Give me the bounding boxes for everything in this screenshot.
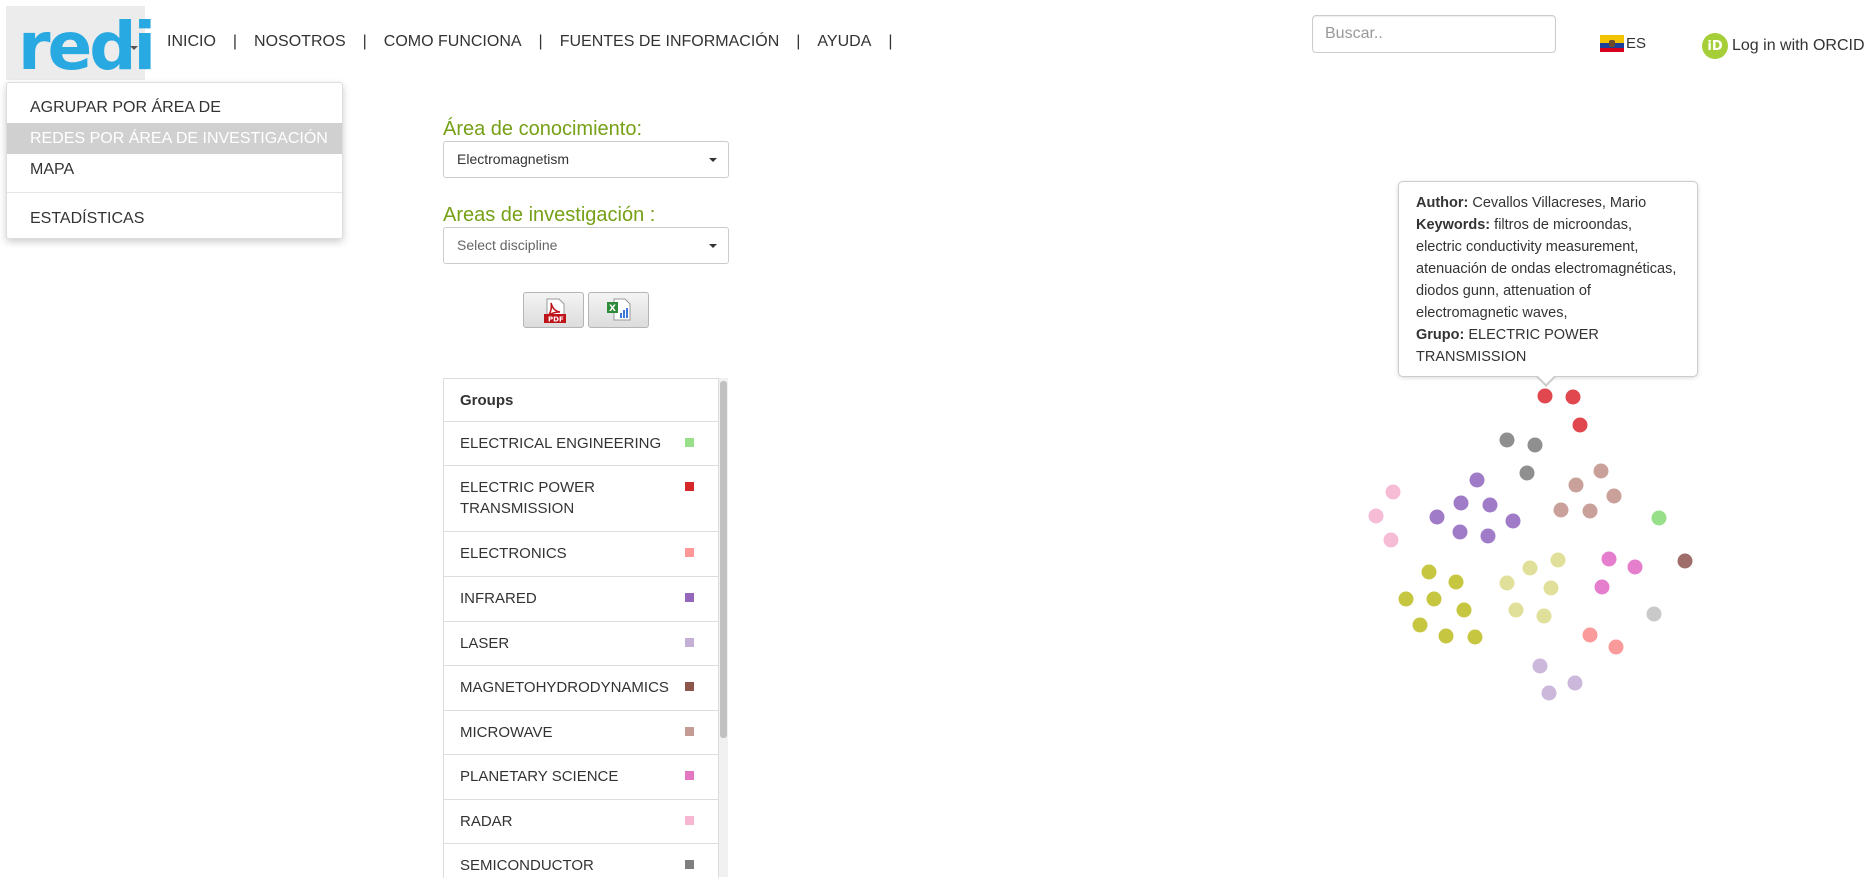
- network-node[interactable]: [1594, 579, 1610, 595]
- network-node[interactable]: [1383, 532, 1399, 548]
- network-node[interactable]: [1421, 564, 1437, 580]
- tooltip-group-label: Grupo:: [1416, 327, 1465, 343]
- network-node[interactable]: [1429, 509, 1445, 525]
- network-node[interactable]: [1482, 497, 1498, 513]
- network-node[interactable]: [1582, 627, 1598, 643]
- network-node[interactable]: [1438, 628, 1454, 644]
- network-node[interactable]: [1412, 617, 1428, 633]
- network-node[interactable]: [1456, 602, 1472, 618]
- network-node[interactable]: [1627, 559, 1643, 575]
- network-node[interactable]: [1368, 508, 1384, 524]
- network-node[interactable]: [1608, 639, 1624, 655]
- network-node[interactable]: [1677, 553, 1693, 569]
- network-node[interactable]: [1536, 608, 1552, 624]
- network-node[interactable]: [1550, 552, 1566, 568]
- network-node[interactable]: [1505, 513, 1521, 529]
- network-node[interactable]: [1646, 606, 1662, 622]
- network-node[interactable]: [1452, 524, 1468, 540]
- network-node[interactable]: [1568, 477, 1584, 493]
- network-node[interactable]: [1541, 685, 1557, 701]
- network-node[interactable]: [1572, 417, 1588, 433]
- network-node[interactable]: [1601, 551, 1617, 567]
- tooltip-keywords-label: Keywords:: [1416, 217, 1491, 233]
- network-node[interactable]: [1453, 495, 1469, 511]
- network-node[interactable]: [1480, 528, 1496, 544]
- network-node[interactable]: [1426, 591, 1442, 607]
- network-node[interactable]: [1582, 503, 1598, 519]
- network-node[interactable]: [1565, 389, 1581, 405]
- network-node[interactable]: [1543, 580, 1559, 596]
- network-node[interactable]: [1606, 488, 1622, 504]
- network-node[interactable]: [1527, 437, 1543, 453]
- network-node[interactable]: [1532, 658, 1548, 674]
- network-node[interactable]: [1553, 502, 1569, 518]
- tooltip-author: Cevallos Villacreses, Mario: [1472, 195, 1647, 211]
- network-node[interactable]: [1567, 675, 1583, 691]
- network-node[interactable]: [1469, 472, 1485, 488]
- network-node[interactable]: [1537, 388, 1553, 404]
- network-node[interactable]: [1651, 510, 1667, 526]
- tooltip-arrow-inner: [1537, 375, 1555, 384]
- tooltip-author-line: Author: Cevallos Villacreses, Mario: [1416, 192, 1680, 214]
- tooltip-group-line: Grupo: ELECTRIC POWER TRANSMISSION: [1416, 324, 1680, 368]
- research-network-graph: [1368, 388, 1693, 701]
- tooltip-author-label: Author:: [1416, 195, 1469, 211]
- network-node[interactable]: [1522, 560, 1538, 576]
- network-node[interactable]: [1385, 484, 1401, 500]
- network-node[interactable]: [1508, 602, 1524, 618]
- node-tooltip: Author: Cevallos Villacreses, Mario Keyw…: [1398, 181, 1698, 377]
- network-node[interactable]: [1593, 463, 1609, 479]
- network-node[interactable]: [1467, 629, 1483, 645]
- network-node[interactable]: [1499, 575, 1515, 591]
- network-node[interactable]: [1398, 591, 1414, 607]
- network-node[interactable]: [1519, 465, 1535, 481]
- tooltip-keywords-line: Keywords: filtros de microondas, electri…: [1416, 214, 1680, 324]
- network-node[interactable]: [1448, 574, 1464, 590]
- network-node[interactable]: [1499, 432, 1515, 448]
